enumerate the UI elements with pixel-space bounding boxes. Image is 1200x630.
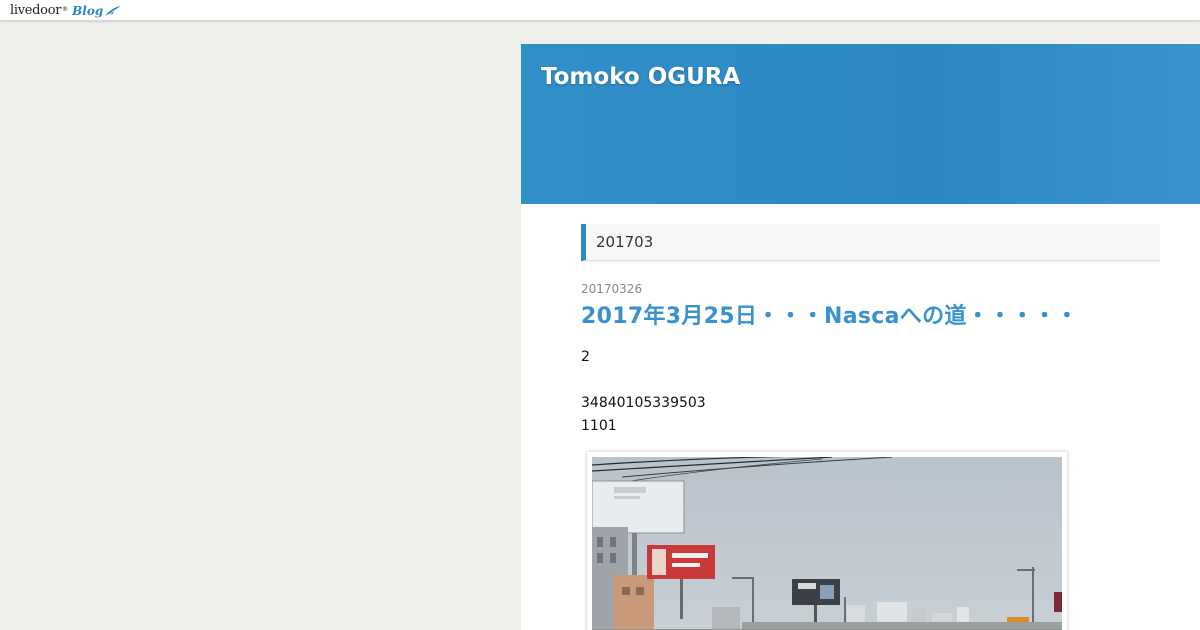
post-title-link[interactable]: 2017年3月25日・・・Nascaへの道・・・・・ — [581, 298, 1078, 330]
livedoor-topbar: livedoor ® Blog — [0, 0, 1200, 21]
post-body-line-2: 34840105339503 — [581, 395, 706, 411]
post-body-line-1: 2 — [581, 349, 590, 365]
street-billboards-image — [592, 457, 1062, 630]
logo-blog-text: Blog — [72, 4, 104, 18]
logo-trademark: ® — [62, 6, 69, 13]
post-date: 20170326 — [581, 282, 643, 296]
archive-title: 201703 — [596, 233, 654, 251]
archive-heading-box: 201703 — [581, 224, 1160, 261]
post-photo-frame[interactable] — [587, 452, 1067, 630]
livedoor-blog-logo[interactable]: livedoor ® Blog — [10, 1, 122, 19]
post-body-line-3: 1101 — [581, 418, 617, 434]
post-photo[interactable] — [592, 457, 1062, 630]
blog-title[interactable]: Tomoko OGURA — [541, 64, 740, 90]
bird-icon — [105, 6, 122, 16]
blog-header: Tomoko OGURA — [521, 44, 1200, 204]
blog-main-column: Tomoko OGURA 201703 20170326 2017年3月25日・… — [521, 44, 1200, 630]
logo-word: livedoor — [10, 3, 62, 18]
